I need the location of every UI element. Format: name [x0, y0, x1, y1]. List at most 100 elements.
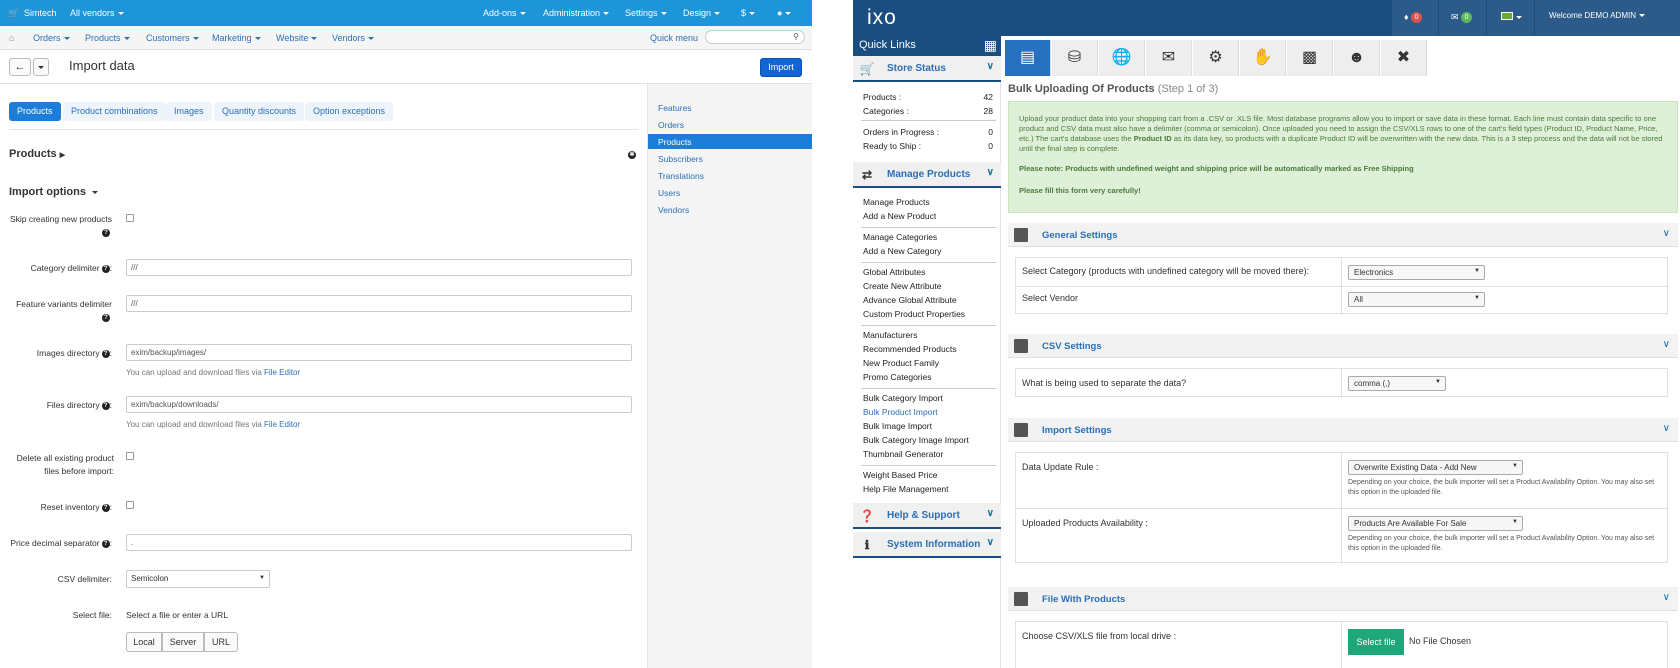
store-name-link[interactable]: Simtech	[24, 8, 57, 18]
menu-customers[interactable]: Customers	[146, 33, 199, 43]
back-dropdown-button[interactable]	[33, 58, 49, 76]
file-editor-link[interactable]: File Editor	[264, 368, 300, 377]
send-mail-icon[interactable]: ✉	[1146, 40, 1192, 76]
images-directory-input[interactable]: exim/backup/images/	[126, 344, 632, 361]
language-selector[interactable]	[1486, 0, 1534, 36]
manage-products-header[interactable]: ⇄ Manage Products ∨	[853, 162, 1001, 188]
link-recommended-products[interactable]: Recommended Products	[863, 344, 957, 354]
help-icon[interactable]: ?	[101, 349, 110, 358]
files-directory-input[interactable]: exim/backup/downloads/	[126, 396, 632, 413]
general-settings-header[interactable]: General Settings ∨	[1008, 223, 1678, 247]
link-manage-products[interactable]: Manage Products	[863, 197, 930, 207]
reset-inventory-checkbox[interactable]	[126, 501, 134, 509]
sidebar-item-vendors[interactable]: Vendors	[648, 202, 812, 217]
tab-images[interactable]: Images	[166, 102, 212, 121]
help-icon[interactable]: ?	[101, 503, 110, 512]
grid-icon[interactable]: ▦	[984, 37, 997, 54]
import-button[interactable]: Import	[760, 58, 802, 77]
help-icon[interactable]: ?	[102, 312, 110, 322]
messages-button[interactable]: ✉ 0	[1438, 0, 1486, 36]
help-icon[interactable]: ?	[102, 227, 110, 237]
sidebar-item-users[interactable]: Users	[648, 185, 812, 200]
back-button[interactable]: ←	[9, 58, 31, 76]
quick-menu-link[interactable]: Quick menu	[650, 33, 698, 43]
notifications-button[interactable]: ♦ 0	[1391, 0, 1438, 36]
sidebar-item-translations[interactable]: Translations	[648, 168, 812, 183]
tab-products[interactable]: Products	[9, 102, 61, 121]
menu-marketing[interactable]: Marketing	[212, 33, 261, 43]
file-with-products-header[interactable]: File With Products ∨	[1008, 587, 1678, 611]
import-options-section-toggle[interactable]: Import options	[9, 186, 99, 198]
local-file-button[interactable]: Local	[126, 632, 162, 652]
tab-product-combinations[interactable]: Product combinations	[63, 102, 166, 121]
link-thumbnail-generator[interactable]: Thumbnail Generator	[863, 449, 943, 459]
link-advance-global-attribute[interactable]: Advance Global Attribute	[863, 295, 957, 305]
menu-orders[interactable]: Orders	[33, 33, 70, 43]
users-icon[interactable]: ☻	[1334, 40, 1380, 76]
vendor-select[interactable]: All vendors	[70, 8, 124, 18]
link-weight-based-price[interactable]: Weight Based Price	[863, 470, 938, 480]
sidebar-item-features[interactable]: Features	[648, 100, 812, 115]
import-settings-header[interactable]: Import Settings ∨	[1008, 418, 1678, 442]
update-rule-select[interactable]: Overwrite Existing Data - Add New ▼	[1348, 460, 1523, 475]
link-bulk-image-import[interactable]: Bulk Image Import	[863, 421, 932, 431]
menu-products[interactable]: Products	[85, 33, 130, 43]
user-menu[interactable]: Welcome DEMO ADMIN	[1534, 0, 1680, 36]
sidebar-item-subscribers[interactable]: Subscribers	[648, 151, 812, 166]
store-status-header[interactable]: 🛒 Store Status ∨	[853, 56, 1001, 82]
server-file-button[interactable]: Server	[162, 632, 204, 652]
link-bulk-category-image-import[interactable]: Bulk Category Image Import	[863, 435, 969, 445]
menu-administration[interactable]: Administration	[543, 8, 610, 18]
category-delimiter-input[interactable]: ///	[126, 259, 632, 276]
link-bulk-category-import[interactable]: Bulk Category Import	[863, 393, 943, 403]
link-create-new-attribute[interactable]: Create New Attribute	[863, 281, 941, 291]
link-help-file-management[interactable]: Help File Management	[863, 484, 949, 494]
bar-chart-icon[interactable]: ▩	[1287, 40, 1333, 76]
home-icon[interactable]: ⌂	[9, 33, 14, 43]
menu-settings[interactable]: Settings	[625, 8, 667, 18]
settings-icon[interactable]: ✻	[628, 149, 636, 159]
menu-design[interactable]: Design	[683, 8, 721, 18]
user-menu-icon[interactable]: ●	[777, 8, 792, 18]
delete-files-checkbox[interactable]	[126, 452, 134, 460]
link-manage-categories[interactable]: Manage Categories	[863, 232, 937, 242]
csv-delimiter-select[interactable]: Semicolon ▼	[126, 570, 270, 588]
link-add-new-category[interactable]: Add a New Category	[863, 246, 941, 256]
select-file-button[interactable]: Select file	[1348, 629, 1404, 655]
link-add-new-product[interactable]: Add a New Product	[863, 211, 936, 221]
cart-icon[interactable]: 🛒	[8, 8, 19, 19]
search-input[interactable]: ⚲	[705, 30, 805, 44]
gear-icon[interactable]: ⚙	[1193, 40, 1239, 76]
system-information-header[interactable]: ℹ System Information ∨	[853, 532, 1001, 558]
help-icon[interactable]: ?	[101, 264, 110, 273]
handshake-icon[interactable]: ✋	[1240, 40, 1286, 76]
tab-quantity-discounts[interactable]: Quantity discounts	[214, 102, 305, 121]
feature-variants-delimiter-input[interactable]: ///	[126, 295, 632, 312]
link-bulk-product-import[interactable]: Bulk Product Import	[863, 407, 938, 417]
link-manufacturers[interactable]: Manufacturers	[863, 330, 917, 340]
ixo-logo[interactable]: ixo	[867, 6, 897, 30]
help-support-header[interactable]: ❓ Help & Support ∨	[853, 503, 1001, 529]
help-icon[interactable]: ?	[101, 401, 110, 410]
menu-website[interactable]: Website	[276, 33, 318, 43]
skip-creating-checkbox[interactable]	[126, 214, 134, 222]
products-section-toggle[interactable]: Products ▶	[9, 148, 65, 160]
sidebar-item-orders[interactable]: Orders	[648, 117, 812, 132]
menu-currency[interactable]: $	[741, 8, 756, 18]
menu-addons[interactable]: Add-ons	[483, 8, 526, 18]
link-promo-categories[interactable]: Promo Categories	[863, 372, 932, 382]
availability-select[interactable]: Products Are Available For Sale ▼	[1348, 516, 1523, 531]
tools-icon[interactable]: ✖	[1381, 40, 1427, 76]
link-global-attributes[interactable]: Global Attributes	[863, 267, 925, 277]
file-editor-link[interactable]: File Editor	[264, 420, 300, 429]
category-select[interactable]: Electronics ▼	[1348, 265, 1485, 280]
vendor-select[interactable]: All ▼	[1348, 292, 1485, 307]
globe-icon[interactable]: 🌐	[1099, 40, 1145, 76]
separator-select[interactable]: comma (,) ▼	[1348, 376, 1446, 391]
csv-settings-header[interactable]: CSV Settings ∨	[1008, 334, 1678, 358]
url-file-button[interactable]: URL	[204, 632, 238, 652]
menu-vendors[interactable]: Vendors	[332, 33, 375, 43]
sidebar-item-products[interactable]: Products	[648, 134, 812, 149]
link-custom-product-properties[interactable]: Custom Product Properties	[863, 309, 965, 319]
link-new-product-family[interactable]: New Product Family	[863, 358, 939, 368]
